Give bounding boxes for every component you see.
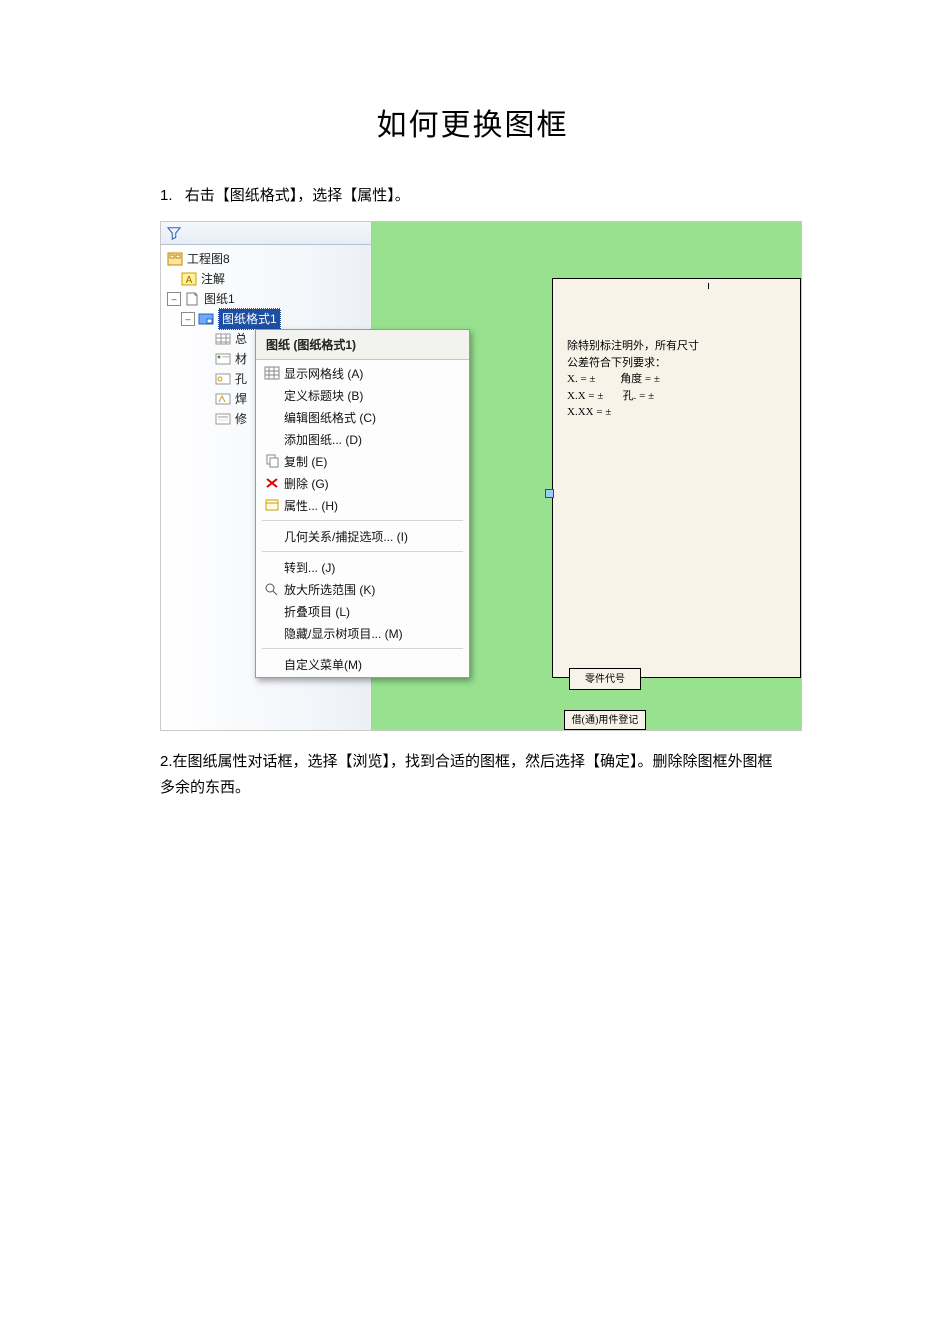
tree-format-label: 图纸格式1 (218, 308, 281, 330)
context-menu-group: 几何关系/捕捉选项... (I) (256, 523, 469, 549)
annotation-icon: A (181, 272, 197, 286)
menu-item-label: 删除 (G) (284, 475, 459, 492)
drawing-icon (167, 252, 183, 266)
menu-properties[interactable]: 属性... (H) (256, 494, 469, 516)
tree-toolbar (161, 222, 371, 245)
menu-delete[interactable]: 删除 (G) (256, 472, 469, 494)
note-line: 公差符合下列要求： (567, 355, 788, 372)
delete-icon (260, 476, 284, 490)
note-token: X. = ± (567, 373, 595, 385)
menu-item-label: 转到... (J) (284, 559, 459, 576)
tree-item-label: 总 (235, 329, 247, 349)
menu-item-label: 编辑图纸格式 (C) (284, 409, 459, 426)
menu-item-label: 显示网格线 (A) (284, 365, 459, 382)
tree-root-label: 工程图8 (187, 249, 230, 269)
note-token: 角度 = ± (620, 373, 660, 385)
svg-text:A: A (186, 275, 193, 286)
menu-separator (262, 551, 463, 552)
sheet-icon (184, 292, 200, 306)
step-1-number: 1. (160, 187, 173, 204)
menu-define-titleblock[interactable]: 定义标题块 (B) (256, 384, 469, 406)
format-icon (198, 312, 214, 326)
tolerance-note: 除特别标注明外，所有尺寸 公差符合下列要求： X. = ± 角度 = ± X.X… (563, 334, 792, 425)
menu-copy[interactable]: 复制 (E) (256, 450, 469, 472)
tree-item-label: 焊 (235, 389, 247, 409)
collapse-icon[interactable]: – (181, 312, 195, 326)
tree-annotations[interactable]: A 注解 (167, 269, 367, 289)
titleblock-cell-borrowed: 借(通)用件登记 (564, 710, 646, 730)
step-2: 2.在图纸属性对话框，选择【浏览】，找到合适的图框，然后选择【确定】。删除除图框… (160, 749, 785, 800)
step-1-text: 右击【图纸格式】，选择【属性】。 (185, 187, 410, 204)
table-icon (215, 332, 231, 346)
zoom-icon (260, 582, 284, 596)
context-menu-group: 自定义菜单(M) (256, 651, 469, 677)
document-title: 如何更换图框 (0, 0, 945, 184)
menu-relations[interactable]: 几何关系/捕捉选项... (I) (256, 525, 469, 547)
copy-icon (260, 454, 284, 468)
note-line: 除特别标注明外，所有尺寸 (567, 338, 788, 355)
note-token: X.X = ± (567, 390, 603, 402)
step-1: 1. 右击【图纸格式】，选择【属性】。 (160, 184, 945, 205)
menu-item-label: 放大所选范围 (K) (284, 581, 459, 598)
menu-separator (262, 520, 463, 521)
hole-table-icon (215, 372, 231, 386)
menu-customize[interactable]: 自定义菜单(M) (256, 653, 469, 675)
tree-item-label: 材 (235, 349, 247, 369)
menu-goto[interactable]: 转到... (J) (256, 556, 469, 578)
menu-hide-show[interactable]: 隐藏/显示树项目... (M) (256, 622, 469, 644)
menu-separator (262, 648, 463, 649)
tree-item-label: 修 (235, 409, 247, 429)
menu-item-label: 添加图纸... (D) (284, 431, 459, 448)
tree-item-label: 孔 (235, 369, 247, 389)
menu-item-label: 自定义菜单(M) (284, 656, 459, 673)
menu-zoom-selection[interactable]: 放大所选范围 (K) (256, 578, 469, 600)
tick-mark (708, 283, 709, 289)
menu-item-label: 折叠项目 (L) (284, 603, 459, 620)
tree-root[interactable]: 工程图8 (167, 249, 367, 269)
context-menu-group: 显示网格线 (A) 定义标题块 (B) 编辑图纸格式 (C) 添加图纸... (… (256, 360, 469, 518)
note-line: X.XX = ± (567, 404, 788, 421)
note-line: X.X = ± 孔. = ± (567, 388, 788, 405)
drawing-sheet: 除特别标注明外，所有尺寸 公差符合下列要求： X. = ± 角度 = ± X.X… (552, 278, 801, 678)
menu-collapse[interactable]: 折叠项目 (L) (256, 600, 469, 622)
properties-icon (260, 498, 284, 512)
tree-annotations-label: 注解 (201, 269, 225, 289)
menu-item-label: 几何关系/捕捉选项... (I) (284, 528, 459, 545)
menu-show-grid[interactable]: 显示网格线 (A) (256, 362, 469, 384)
menu-item-label: 定义标题块 (B) (284, 387, 459, 404)
context-menu-title: 图纸 (图纸格式1) (256, 330, 469, 360)
note-token: 孔. = ± (623, 390, 655, 402)
rev-table-icon (215, 412, 231, 426)
menu-add-sheet[interactable]: 添加图纸... (D) (256, 428, 469, 450)
tree-format-selected[interactable]: – 图纸格式1 (167, 309, 367, 329)
note-line: X. = ± 角度 = ± (567, 371, 788, 388)
bom-icon (215, 352, 231, 366)
context-menu: 图纸 (图纸格式1) 显示网格线 (A) 定义标题块 (B) 编辑图纸格式 (C… (255, 329, 470, 678)
grid-icon (260, 366, 284, 380)
filter-icon[interactable] (167, 226, 181, 240)
screenshot: 工程图8 A 注解 – 图纸1 – 图纸格式1 总 材 (160, 221, 802, 731)
menu-item-label: 复制 (E) (284, 453, 459, 470)
menu-edit-format[interactable]: 编辑图纸格式 (C) (256, 406, 469, 428)
menu-item-label: 隐藏/显示树项目... (M) (284, 625, 459, 642)
menu-item-label: 属性... (H) (284, 497, 459, 514)
collapse-icon[interactable]: – (167, 292, 181, 306)
titleblock-cell-part-code: 零件代号 (569, 668, 641, 690)
origin-marker (545, 489, 554, 498)
tree-sheet[interactable]: – 图纸1 (167, 289, 367, 309)
context-menu-group: 转到... (J) 放大所选范围 (K) 折叠项目 (L) 隐藏/显示树项目..… (256, 554, 469, 646)
tree-sheet-label: 图纸1 (204, 289, 235, 309)
weld-table-icon (215, 392, 231, 406)
